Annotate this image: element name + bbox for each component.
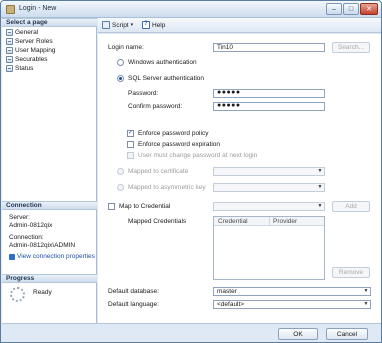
mapped-cert-label: Mapped to certificate [128,168,189,175]
add-button[interactable]: Add [332,201,370,212]
page-item-label: General [15,29,39,36]
grid-divider [269,217,270,226]
link-icon [9,253,15,260]
page-item-label: Status [15,65,34,72]
grid-header: Credential Provider [214,217,324,226]
default-language-select[interactable]: <default> ▼ [213,300,371,309]
progress-spinner-icon [10,287,25,302]
connection-header: Connection [2,201,97,210]
login-new-dialog: Login - New – □ ✕ Select a page General … [0,0,382,343]
chevron-down-icon: ▼ [317,168,323,174]
toolbar: Script ▾ Help [98,18,381,33]
app-icon [6,5,15,14]
mapped-key-radio[interactable] [117,184,124,191]
server-label: Server: [9,214,30,221]
login-name-input[interactable]: Tin10 [213,43,325,52]
page-item-server-roles[interactable]: Server Roles [6,37,53,46]
grid-column-provider: Provider [273,218,298,225]
mapped-credentials-grid[interactable]: Credential Provider [213,216,325,280]
dialog-footer: OK Cancel [2,323,381,342]
default-database-label: Default database: [108,288,159,295]
script-icon [102,21,110,29]
sql-auth-label: SQL Server authentication [128,75,204,82]
login-name-label: Login name: [108,44,144,51]
chevron-down-icon: ▾ [130,22,134,28]
script-label: Script [112,21,129,29]
default-database-select[interactable]: master ▼ [213,287,371,296]
left-pane: Select a page General Server Roles User … [2,18,97,323]
password-input[interactable]: ●●●●● [213,89,325,98]
page-item-securables[interactable]: Securables [6,55,48,64]
page-item-user-mapping[interactable]: User Mapping [6,46,55,55]
remove-button[interactable]: Remove [332,267,370,278]
mapped-key-label: Mapped to asymmetric key [128,184,206,191]
credential-select[interactable]: ▼ [213,202,325,211]
must-change-checkbox[interactable] [127,152,134,159]
connection-label: Connection: [9,234,44,241]
page-icon [6,38,13,45]
help-label: Help [152,21,166,29]
page-item-label: Server Roles [15,38,53,45]
must-change-label: User must change password at next login [138,152,258,159]
cancel-button[interactable]: Cancel [326,328,368,340]
page-icon [6,29,13,36]
page-icon [6,65,13,72]
enforce-policy-label: Enforce password policy [138,130,209,137]
progress-header: Progress [2,274,97,283]
page-icon [6,47,13,54]
page-icon [6,56,13,63]
page-item-general[interactable]: General [6,28,38,37]
confirm-password-input[interactable]: ●●●●● [213,102,325,111]
password-label: Password: [128,90,159,97]
search-button[interactable]: Search... [332,42,370,53]
general-page: Login name: Tin10 Search... Windows auth… [98,34,381,323]
page-item-status[interactable]: Status [6,64,33,73]
windows-auth-label: Windows authentication [128,59,197,66]
confirm-password-label: Confirm password: [128,103,183,110]
server-value: Admin-0812qix [9,222,53,229]
view-connection-properties-label: View connection properties [17,253,95,260]
title-bar[interactable]: Login - New – □ ✕ [1,1,381,18]
script-button[interactable]: Script ▾ [102,21,133,29]
grid-column-credential: Credential [218,218,248,225]
chevron-down-icon: ▼ [363,288,369,294]
map-credential-checkbox[interactable] [108,203,115,210]
default-database-value: master [217,288,237,295]
default-language-label: Default language: [108,301,159,308]
chevron-down-icon: ▼ [363,301,369,307]
window-title: Login - New [19,5,57,12]
mapped-cert-radio[interactable] [117,168,124,175]
help-button[interactable]: Help [142,21,165,29]
view-connection-properties-link[interactable]: View connection properties [9,253,95,260]
certificate-select[interactable]: ▼ [213,167,325,176]
default-language-value: <default> [217,301,245,308]
progress-status: Ready [33,289,52,296]
mapped-credentials-label: Mapped Credentials [128,218,187,225]
maximize-button[interactable]: □ [343,3,359,15]
map-credential-label: Map to Credential [119,203,171,210]
asymmetric-key-select[interactable]: ▼ [213,183,325,192]
close-button[interactable]: ✕ [360,3,378,15]
page-item-label: User Mapping [15,47,56,54]
page-item-label: Securables [15,56,48,63]
windows-auth-radio[interactable] [117,59,124,66]
ok-button[interactable]: OK [278,328,318,340]
help-icon [142,21,150,29]
connection-value: Admin-0812qix\ADMIN [9,242,76,249]
chevron-down-icon: ▼ [317,184,323,190]
enforce-policy-checkbox[interactable]: ✓ [127,130,134,137]
chevron-down-icon: ▼ [317,203,323,209]
sql-auth-radio[interactable] [117,75,124,82]
enforce-expiration-checkbox[interactable] [127,141,134,148]
enforce-expiration-label: Enforce password expiration [138,141,221,148]
minimize-button[interactable]: – [326,3,342,15]
select-page-header: Select a page [2,18,97,27]
